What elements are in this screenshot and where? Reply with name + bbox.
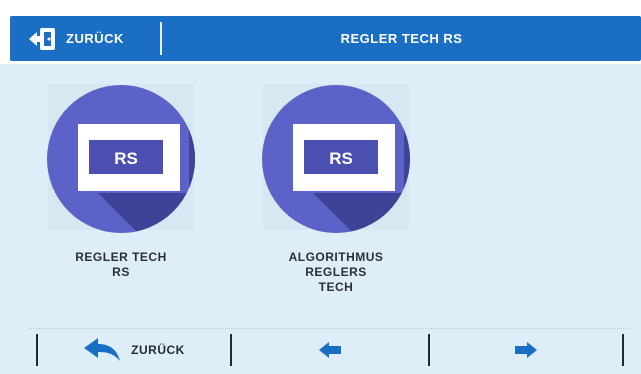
prev-page-button[interactable]: [232, 332, 428, 368]
tile-label-line: RS: [112, 265, 130, 279]
next-page-button[interactable]: [430, 332, 622, 368]
bottom-back-button[interactable]: ZURÜCK: [38, 332, 230, 368]
tile-label-line: REGLER TECH: [75, 250, 167, 264]
header: ZURÜCK REGLER TECH RS: [0, 0, 641, 64]
screen: ZURÜCK REGLER TECH RS RS REGLER TECHRS: [0, 0, 641, 374]
tile-label: REGLER TECH RS: [40, 250, 202, 280]
tile-label-line: ALGORITHMUS: [288, 250, 384, 264]
curved-back-arrow-icon: [84, 338, 121, 361]
page-title: REGLER TECH RS: [340, 31, 463, 46]
rs-badge: RS: [114, 149, 138, 168]
exit-back-icon: [29, 27, 55, 50]
rs-controller-icon: RS: [262, 85, 410, 233]
arrow-right-icon: [515, 342, 537, 358]
header-back-button[interactable]: ZURÜCK: [10, 16, 160, 61]
tile-label: ALGORITHMUS REGLERS TECH: [255, 250, 417, 295]
bottom-nav: ZURÜCK: [0, 328, 641, 374]
nav-separator: [622, 334, 624, 366]
tile-label-line: TECH: [318, 280, 354, 294]
header-bar: ZURÜCK REGLER TECH RS: [10, 16, 641, 61]
bottom-back-label: ZURÜCK: [131, 343, 185, 357]
rs-controller-icon: RS: [47, 85, 195, 233]
arrow-left-icon: [319, 342, 341, 358]
bottom-divider-line: [30, 328, 630, 329]
tile-algorithmus-reglers-tech[interactable]: RS ALGORITHMUS REGLERS TECH: [255, 80, 445, 320]
rs-badge: RS: [329, 149, 353, 168]
tile-regler-tech-rs[interactable]: RS REGLER TECH RS: [40, 80, 230, 320]
tile-label-line: REGLERS: [305, 265, 367, 279]
header-back-label: ZURÜCK: [66, 31, 124, 46]
